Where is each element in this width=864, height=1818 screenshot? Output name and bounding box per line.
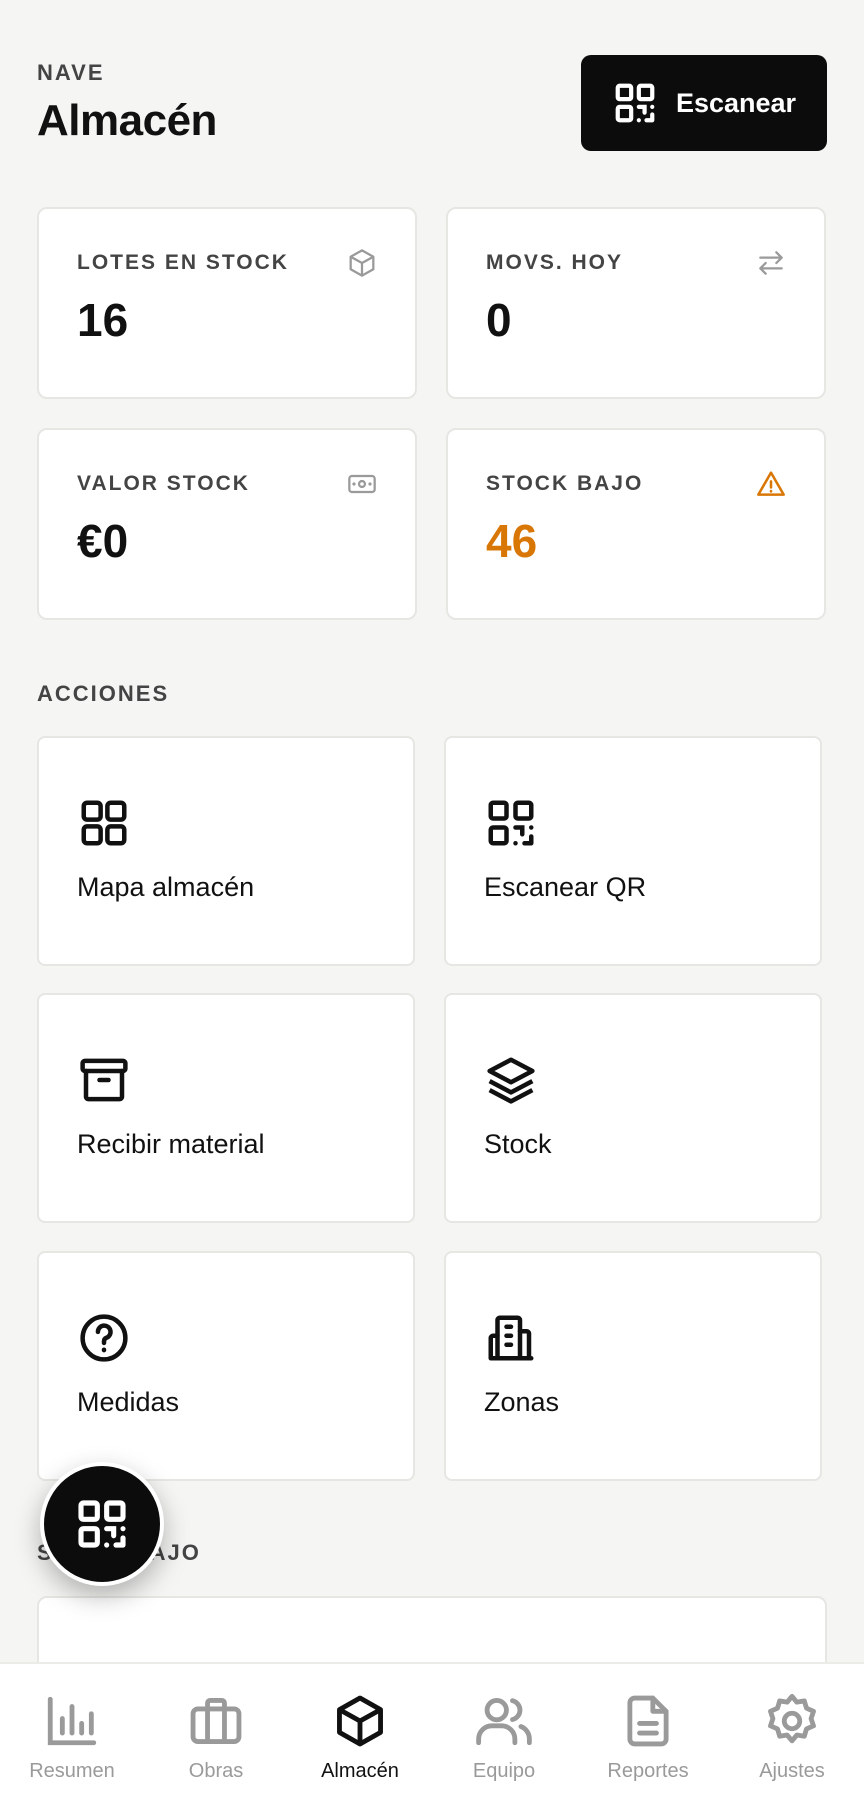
stat-label: MOVS. HOY	[486, 251, 624, 274]
stat-label: STOCK BAJO	[486, 472, 644, 495]
grid-icon	[81, 800, 127, 846]
stat-value: 46	[486, 515, 538, 567]
cube-icon	[337, 1695, 383, 1747]
scan-button[interactable]: Escanear	[581, 55, 827, 151]
action-receive-material[interactable]: Recibir material	[37, 993, 415, 1223]
document-icon	[627, 1695, 669, 1747]
warehouse-screen: NAVE Almacén Escanear LOTES EN STOCK 16 …	[0, 0, 864, 1818]
qr-icon	[78, 1500, 126, 1548]
stat-label: VALOR STOCK	[77, 472, 250, 495]
action-measures[interactable]: Medidas	[37, 1251, 415, 1481]
stat-card-lots: LOTES EN STOCK 16	[37, 207, 417, 399]
arrows-swap-icon	[759, 251, 783, 275]
gear-icon	[768, 1693, 816, 1744]
warning-triangle-icon	[757, 471, 785, 496]
tab-obras[interactable]: Obras	[144, 1664, 288, 1818]
page-header: NAVE Almacén	[37, 60, 217, 146]
bottom-tab-bar: Resumen Obras Almacén Equipo Reportes Aj…	[0, 1662, 864, 1818]
stat-card-movements: MOVS. HOY 0	[446, 207, 826, 399]
stat-value: 0	[486, 294, 512, 346]
tab-label: Ajustes	[759, 1760, 825, 1782]
bar-chart-icon	[47, 1696, 97, 1746]
layers-icon	[487, 1057, 535, 1104]
stat-card-value: VALOR STOCK €0	[37, 428, 417, 620]
action-scan-qr[interactable]: Escanear QR	[444, 736, 822, 966]
scan-button-label: Escanear	[675, 87, 797, 118]
action-label: Stock	[484, 1129, 552, 1159]
tab-almacen[interactable]: Almacén	[288, 1664, 432, 1818]
tab-label: Almacén	[321, 1760, 399, 1782]
building-icon	[488, 1315, 534, 1361]
banknote-icon	[348, 474, 376, 494]
archive-box-icon	[80, 1058, 128, 1102]
page-eyebrow: NAVE	[37, 60, 105, 85]
qr-icon	[488, 800, 534, 846]
stat-value: €0	[77, 515, 129, 567]
tab-ajustes[interactable]: Ajustes	[720, 1664, 864, 1818]
tab-label: Equipo	[472, 1760, 536, 1782]
users-icon	[476, 1698, 532, 1746]
help-circle-icon	[80, 1314, 128, 1362]
stat-label: LOTES EN STOCK	[77, 251, 289, 274]
tab-label: Reportes	[607, 1760, 689, 1782]
tab-label: Obras	[188, 1760, 244, 1782]
action-warehouse-map[interactable]: Mapa almacén	[37, 736, 415, 966]
section-label-actions: ACCIONES	[37, 681, 170, 706]
action-stock[interactable]: Stock	[444, 993, 822, 1223]
qr-icon	[615, 83, 655, 123]
tab-resumen[interactable]: Resumen	[0, 1664, 144, 1818]
tab-label: Resumen	[29, 1760, 115, 1782]
cube-icon	[349, 249, 375, 277]
action-zones[interactable]: Zonas	[444, 1251, 822, 1481]
action-label: Medidas	[77, 1387, 180, 1417]
scan-fab-button[interactable]	[40, 1462, 164, 1586]
briefcase-icon	[190, 1698, 242, 1744]
stat-value: 16	[77, 294, 129, 346]
action-label: Zonas	[484, 1387, 560, 1417]
action-label: Escanear QR	[484, 872, 647, 902]
action-label: Recibir material	[77, 1129, 265, 1159]
action-label: Mapa almacén	[77, 872, 255, 902]
tab-reportes[interactable]: Reportes	[576, 1664, 720, 1818]
tab-equipo[interactable]: Equipo	[432, 1664, 576, 1818]
page-title: Almacén	[37, 96, 217, 145]
stat-card-low-stock[interactable]: STOCK BAJO 46	[446, 428, 826, 620]
